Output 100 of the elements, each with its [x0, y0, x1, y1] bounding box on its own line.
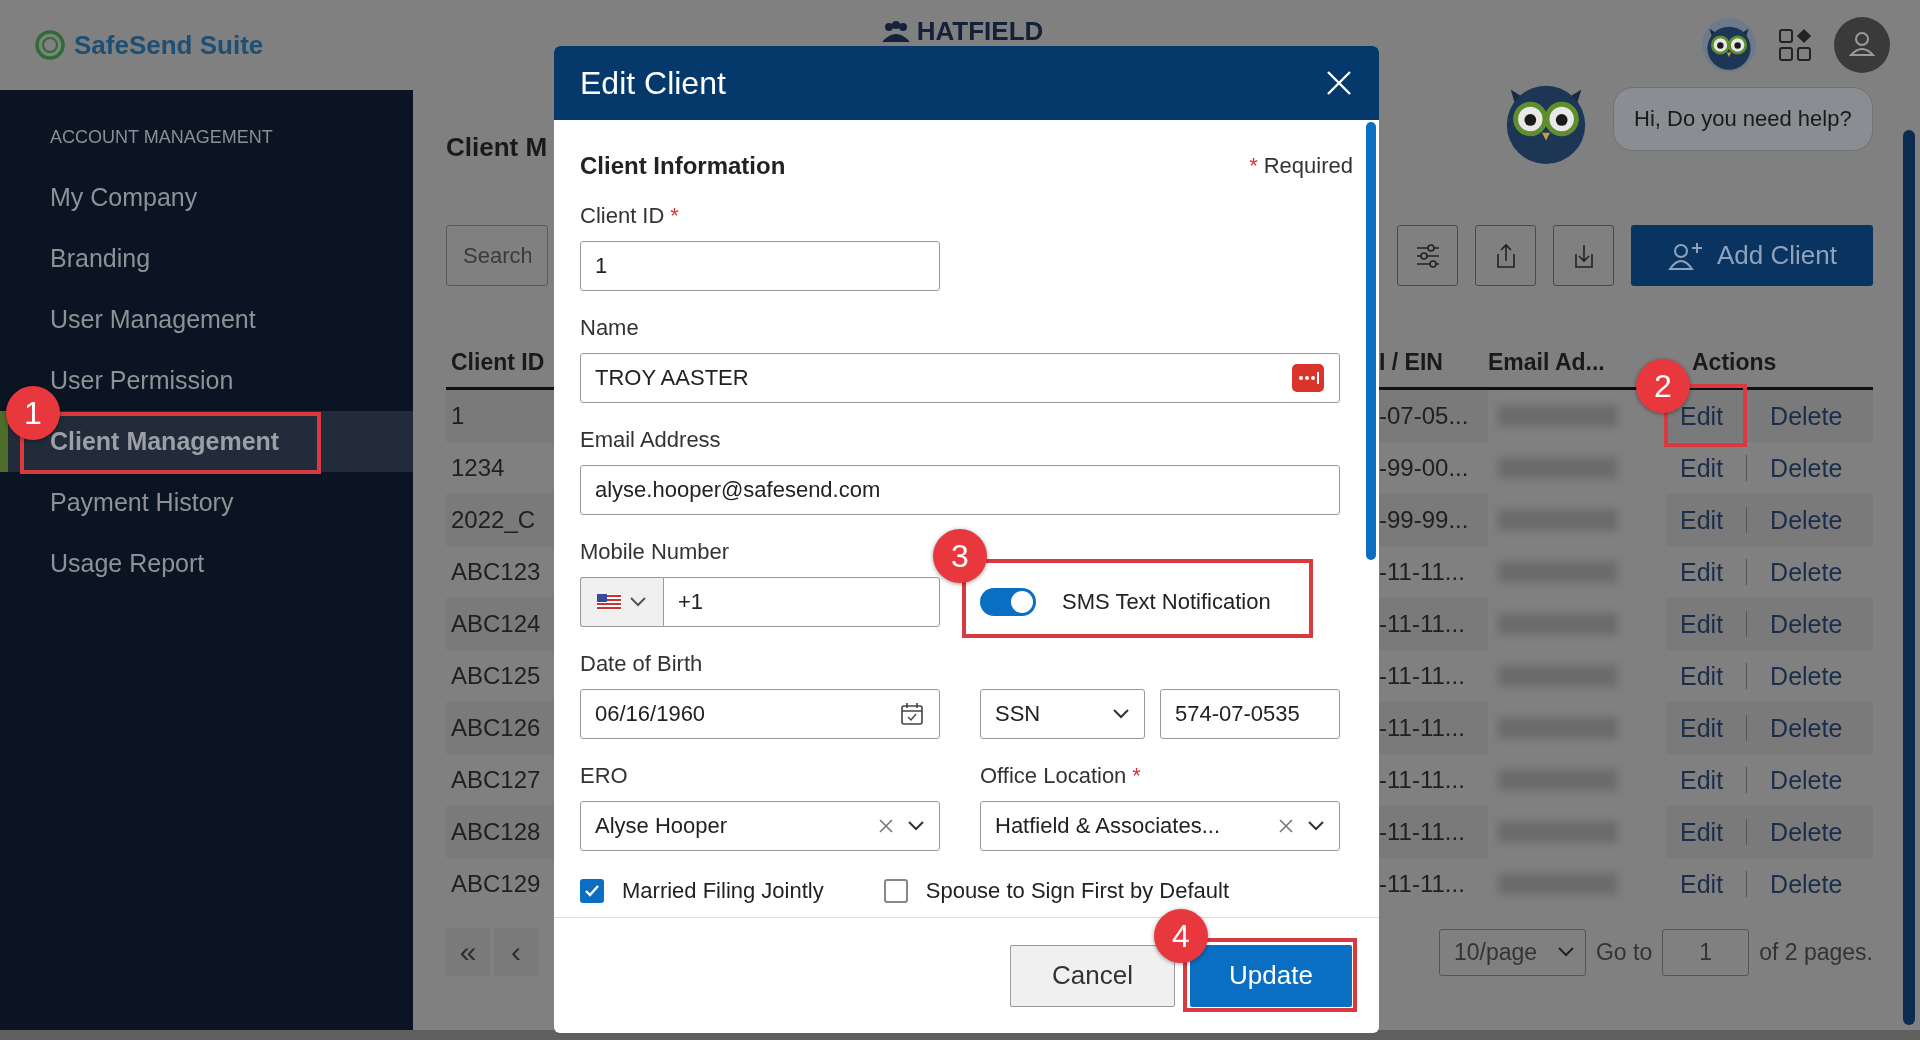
field-label: Client ID	[580, 202, 665, 230]
required-note: Required	[1263, 153, 1353, 179]
delete-link[interactable]: Delete	[1770, 713, 1843, 743]
checkbox[interactable]	[580, 879, 604, 903]
column-header: I / EIN	[1379, 348, 1444, 377]
name-field[interactable]: TROY AASTER	[580, 353, 1340, 403]
flag-icon	[597, 594, 621, 610]
date-field[interactable]: 06/16/1960	[580, 689, 940, 739]
field-label: ERO	[580, 762, 628, 790]
chevron-down-icon	[629, 596, 647, 608]
delete-link[interactable]: Delete	[1770, 505, 1843, 535]
table-cell-text: 1234	[450, 453, 506, 483]
edit-link[interactable]: Edit	[1680, 869, 1724, 899]
delete-link[interactable]: Delete	[1770, 453, 1843, 483]
table-cell-text: -99-00...	[1379, 453, 1470, 483]
edit-link[interactable]: Edit	[1680, 661, 1724, 691]
page-number-field[interactable]: 1	[1662, 928, 1750, 976]
field-label: Office Location	[980, 762, 1127, 790]
column-header: Email Ad...	[1488, 348, 1606, 377]
add-client-button[interactable]: Add Client	[1631, 225, 1873, 286]
help-bubble[interactable]: Hi, Do you need help?	[1613, 87, 1873, 151]
chevron-down-icon	[1556, 946, 1575, 958]
ero-select[interactable]: Alyse Hooper	[580, 801, 940, 851]
chevron-down-icon	[907, 820, 925, 832]
logo-icon	[34, 29, 66, 61]
delete-link[interactable]: Delete	[1770, 869, 1843, 899]
delete-link[interactable]: Delete	[1770, 817, 1843, 847]
sidebar-item[interactable]: User Management	[0, 289, 413, 350]
sidebar-item[interactable]: Usage Report	[0, 533, 413, 594]
client-id-field[interactable]: 1	[580, 241, 940, 291]
export-button[interactable]	[1475, 225, 1536, 286]
page-size-select[interactable]: 10/page	[1438, 928, 1586, 976]
edit-link[interactable]: Edit	[1680, 505, 1724, 535]
edit-link[interactable]: Edit	[1680, 765, 1724, 795]
table-cell: -11-11...	[1379, 702, 1488, 754]
sidebar-item[interactable]: Branding	[0, 228, 413, 289]
edit-link[interactable]: Edit	[1680, 713, 1724, 743]
office-select[interactable]: Hatfield & Associates...	[980, 801, 1340, 851]
edit-link[interactable]: Edit	[1680, 609, 1724, 639]
table-cell-text: ABC123	[450, 557, 542, 587]
dots-icon[interactable]	[1292, 364, 1324, 392]
delete-link[interactable]: Delete	[1770, 661, 1843, 691]
table-cell-text: ABC125	[450, 661, 542, 691]
table-cell-text: -11-11...	[1379, 869, 1466, 899]
required-mark: *	[1132, 762, 1141, 790]
close-icon[interactable]	[1325, 69, 1353, 97]
table-cell: -11-11...	[1379, 598, 1488, 650]
company-logo-icon	[880, 20, 911, 42]
edit-link[interactable]: Edit	[1680, 557, 1724, 587]
clear-icon[interactable]	[1279, 819, 1293, 833]
scrollbar[interactable]	[1903, 130, 1915, 1025]
required-mark: *	[1249, 153, 1258, 179]
table-cell-text: -11-11...	[1379, 661, 1466, 691]
table-cell-text: -11-11...	[1379, 557, 1466, 587]
previous-page-button[interactable]: ‹	[494, 928, 538, 976]
calendar-icon[interactable]	[900, 702, 924, 726]
delete-link[interactable]: Delete	[1770, 401, 1843, 431]
import-button[interactable]	[1553, 225, 1614, 286]
edit-link[interactable]: Edit	[1680, 817, 1724, 847]
checkbox-label: Married Filing Jointly	[622, 878, 824, 904]
toggle-label: SMS Text Notification	[1062, 589, 1271, 615]
update-button[interactable]: Update	[1190, 944, 1352, 1007]
table-cell-text: -11-11...	[1379, 765, 1466, 795]
filter-button[interactable]	[1397, 225, 1458, 286]
table-cell-text: ABC127	[450, 765, 542, 795]
scrollbar-thumb[interactable]	[1366, 122, 1376, 560]
delete-link[interactable]: Delete	[1770, 765, 1843, 795]
section-heading: ACCOUNT MANAGEMENT	[49, 126, 274, 149]
delete-link[interactable]: Delete	[1770, 609, 1843, 639]
checkbox[interactable]	[883, 879, 908, 903]
table-cell: -11-11...	[1379, 806, 1488, 858]
page-count: of 2 pages.	[1759, 938, 1873, 966]
sms-toggle[interactable]	[980, 588, 1036, 616]
sidebar-item[interactable]: My Company	[0, 167, 413, 228]
country-select[interactable]	[580, 577, 663, 627]
table-cell: -07-05...	[1379, 390, 1488, 442]
apps-icon[interactable]	[1778, 28, 1812, 62]
chevron-down-icon	[1307, 820, 1325, 832]
owl-avatar-icon[interactable]	[1702, 18, 1756, 72]
id-type-select[interactable]: SSN	[980, 689, 1145, 739]
required-mark: *	[670, 202, 679, 230]
column-header: Actions	[1691, 348, 1778, 377]
ssn-field[interactable]: 574-07-0535	[1160, 689, 1340, 739]
table-cell: -99-99...	[1379, 494, 1488, 546]
edit-link[interactable]: Edit	[1680, 453, 1724, 483]
search-field[interactable]: Search	[446, 225, 548, 286]
clear-icon[interactable]	[879, 819, 893, 833]
company-name: HATFIELD	[916, 18, 1044, 44]
phone-field[interactable]: +1	[663, 577, 940, 627]
user-avatar-icon[interactable]	[1834, 17, 1890, 73]
table-cell: ABC124	[446, 598, 554, 650]
section-title: Client Information	[580, 152, 786, 180]
field-label: Mobile Number	[580, 538, 730, 566]
column-header: Client ID	[450, 348, 546, 377]
sidebar-item[interactable]: Payment History	[0, 472, 413, 533]
delete-link[interactable]: Delete	[1770, 557, 1843, 587]
first-page-button[interactable]: «	[446, 928, 490, 976]
chevron-down-icon	[1112, 708, 1130, 720]
email-field[interactable]: alyse.hooper@safesend.com	[580, 465, 1340, 515]
cancel-button[interactable]: Cancel	[1010, 944, 1175, 1007]
